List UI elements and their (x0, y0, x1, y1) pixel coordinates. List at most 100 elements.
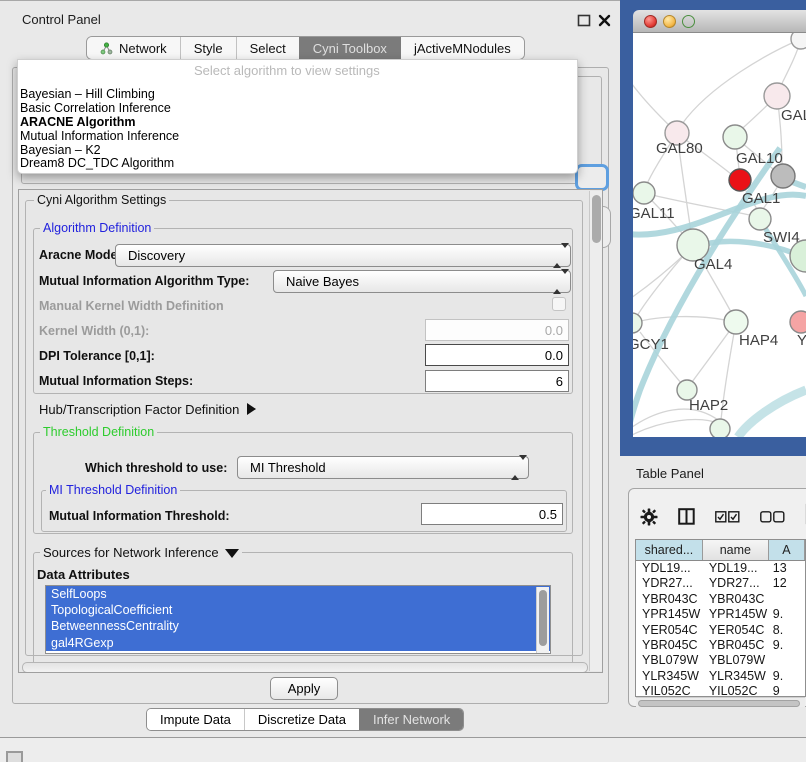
algorithm-option[interactable]: Bayesian – K2 (18, 144, 577, 158)
network-node-gal1[interactable] (729, 169, 751, 191)
network-node-label: GAL1 (742, 190, 780, 207)
network-node-swi4[interactable] (749, 208, 771, 230)
table-row[interactable]: YBR045CYBR045C9. (636, 638, 805, 653)
dpi-tolerance-label: DPI Tolerance [0,1]: (39, 349, 155, 363)
hub-definition-toggle[interactable]: Hub/Transcription Factor Definition (39, 402, 256, 417)
network-node-gcy1[interactable] (633, 313, 642, 333)
network-node-y[interactable] (790, 311, 806, 333)
attribute-list-item[interactable]: TopologicalCoefficient (46, 602, 550, 618)
network-node-gal10[interactable] (723, 125, 747, 149)
collapsed-arrow-icon (247, 403, 256, 415)
algorithm-option[interactable]: Mutual Information Inference (18, 130, 577, 144)
kernel-width-field[interactable] (425, 319, 569, 341)
tab-discretize-data[interactable]: Discretize Data (244, 709, 359, 730)
tab-select-label: Select (250, 41, 286, 56)
tab-network[interactable]: Network (87, 37, 180, 59)
tab-impute-data[interactable]: Impute Data (147, 709, 244, 730)
table-row[interactable]: YLR345WYLR345W9. (636, 669, 805, 684)
tab-discretize-data-label: Discretize Data (258, 712, 346, 727)
algorithm-option[interactable]: Dream8 DC_TDC Algorithm (18, 157, 577, 171)
data-attributes-list[interactable]: SelfLoopsTopologicalCoefficientBetweenne… (45, 585, 551, 654)
mi-threshold-field[interactable] (421, 503, 563, 525)
algorithm-option[interactable]: ARACNE Algorithm (18, 116, 577, 130)
aracne-mode-combo[interactable]: Discovery (115, 244, 571, 267)
table-horizontal-scrollbar[interactable] (636, 697, 805, 707)
dpi-tolerance-field[interactable] (425, 344, 569, 366)
table-row[interactable]: YDR27...YDR27...12 (636, 576, 805, 591)
network-node-label: Y (797, 332, 806, 349)
minimize-traffic-icon[interactable] (663, 15, 676, 28)
network-node-hap4[interactable] (724, 310, 748, 334)
table-row[interactable]: YBL079WYBL079W (636, 653, 805, 668)
close-traffic-icon[interactable] (644, 15, 657, 28)
table-cell: 9 (769, 684, 805, 697)
algorithm-options-list: Bayesian – Hill ClimbingBasic Correlatio… (18, 88, 577, 171)
table-column-header[interactable]: shared... (636, 540, 703, 560)
settings-vertical-scrollbar[interactable] (589, 191, 602, 671)
attribute-list-item[interactable]: SelfLoops (46, 586, 550, 602)
table-row[interactable]: YER054CYER054C8. (636, 623, 805, 638)
table-cell: 9. (769, 669, 805, 684)
algorithm-option[interactable]: Bayesian – Hill Climbing (18, 88, 577, 102)
algorithm-definition-title: Algorithm Definition (40, 221, 154, 235)
table-cell: YBL079W (703, 653, 769, 668)
table-cell: YLR345W (636, 669, 703, 684)
network-glyph-icon (100, 42, 113, 55)
split-columns-icon[interactable] (678, 508, 695, 530)
stepper-arrows-icon (511, 460, 521, 476)
gear-icon[interactable] (640, 508, 658, 531)
attributes-scrollbar-thumb[interactable] (539, 590, 547, 646)
mi-type-combo[interactable]: Naive Bayes (273, 270, 571, 293)
attributes-scrollbar[interactable] (536, 587, 549, 653)
table-cell (769, 653, 805, 668)
table-row[interactable]: YPR145WYPR145W9. (636, 607, 805, 622)
unchecked-columns-icon[interactable] (760, 510, 785, 528)
table-row[interactable]: YIL052CYIL052C9 (636, 684, 805, 697)
collapsed-panel-icon[interactable] (6, 751, 23, 762)
network-node[interactable] (791, 33, 806, 49)
network-node-gal11[interactable] (633, 182, 655, 204)
algorithm-option[interactable]: Basic Correlation Inference (18, 102, 577, 116)
checked-columns-icon[interactable] (715, 510, 740, 528)
tab-jactivemnodules[interactable]: jActiveMNodules (400, 37, 524, 59)
sources-group-title[interactable]: Sources for Network Inference (40, 545, 242, 560)
zoom-traffic-icon[interactable] (682, 15, 695, 28)
network-node-gal7[interactable] (764, 83, 790, 109)
tab-select[interactable]: Select (236, 37, 299, 59)
attribute-list-item[interactable]: BetweennessCentrality (46, 618, 550, 634)
tab-cyni-toolbox[interactable]: Cyni Toolbox (299, 37, 400, 59)
table-cell: YBR043C (636, 592, 703, 607)
data-attributes-label: Data Attributes (37, 567, 130, 582)
table-cell: 9. (769, 607, 805, 622)
attribute-list-item[interactable]: gal4RGexp (46, 635, 550, 651)
float-icon[interactable] (577, 14, 591, 27)
manual-kernel-checkbox[interactable] (552, 297, 566, 311)
control-panel-title: Control Panel (22, 12, 101, 27)
apply-button[interactable]: Apply (270, 677, 338, 700)
settings-scrollbar-thumb[interactable] (592, 195, 601, 243)
table-cell: YPR145W (703, 607, 769, 622)
table-cell: 8. (769, 623, 805, 638)
hidden-focused-button-fragment[interactable] (575, 164, 609, 191)
table-column-header[interactable]: name (703, 540, 769, 560)
which-threshold-label: Which threshold to use: (85, 461, 227, 475)
tab-infer-network[interactable]: Infer Network (359, 709, 463, 730)
horizontal-scrollbar[interactable] (22, 662, 588, 673)
network-node[interactable] (771, 164, 795, 188)
mi-type-label: Mutual Information Algorithm Type: (39, 274, 249, 288)
close-icon[interactable] (598, 14, 612, 27)
network-window-titlebar[interactable] (633, 10, 806, 33)
network-canvas[interactable]: GAL7GAL80GAL10GAL1GAL11SWI4GAL4GCY1HAP4Y… (633, 33, 806, 437)
tab-style[interactable]: Style (180, 37, 236, 59)
table-row[interactable]: YDL19...YDL19...13 (636, 561, 805, 576)
table-column-header[interactable]: A (769, 540, 805, 560)
control-panel-tabbar: Network Style Select Cyni Toolbox jActiv… (86, 36, 525, 60)
manual-kernel-label: Manual Kernel Width Definition (39, 299, 224, 313)
mi-steps-field[interactable] (425, 370, 569, 392)
network-node[interactable] (710, 419, 730, 437)
which-threshold-combo[interactable]: MI Threshold (237, 456, 529, 479)
network-node-label: GCY1 (633, 336, 669, 353)
table-scrollbar-thumb[interactable] (638, 700, 800, 707)
node-table[interactable]: shared...nameA YDL19...YDL19...13YDR27..… (635, 539, 806, 697)
table-row[interactable]: YBR043CYBR043C (636, 592, 805, 607)
